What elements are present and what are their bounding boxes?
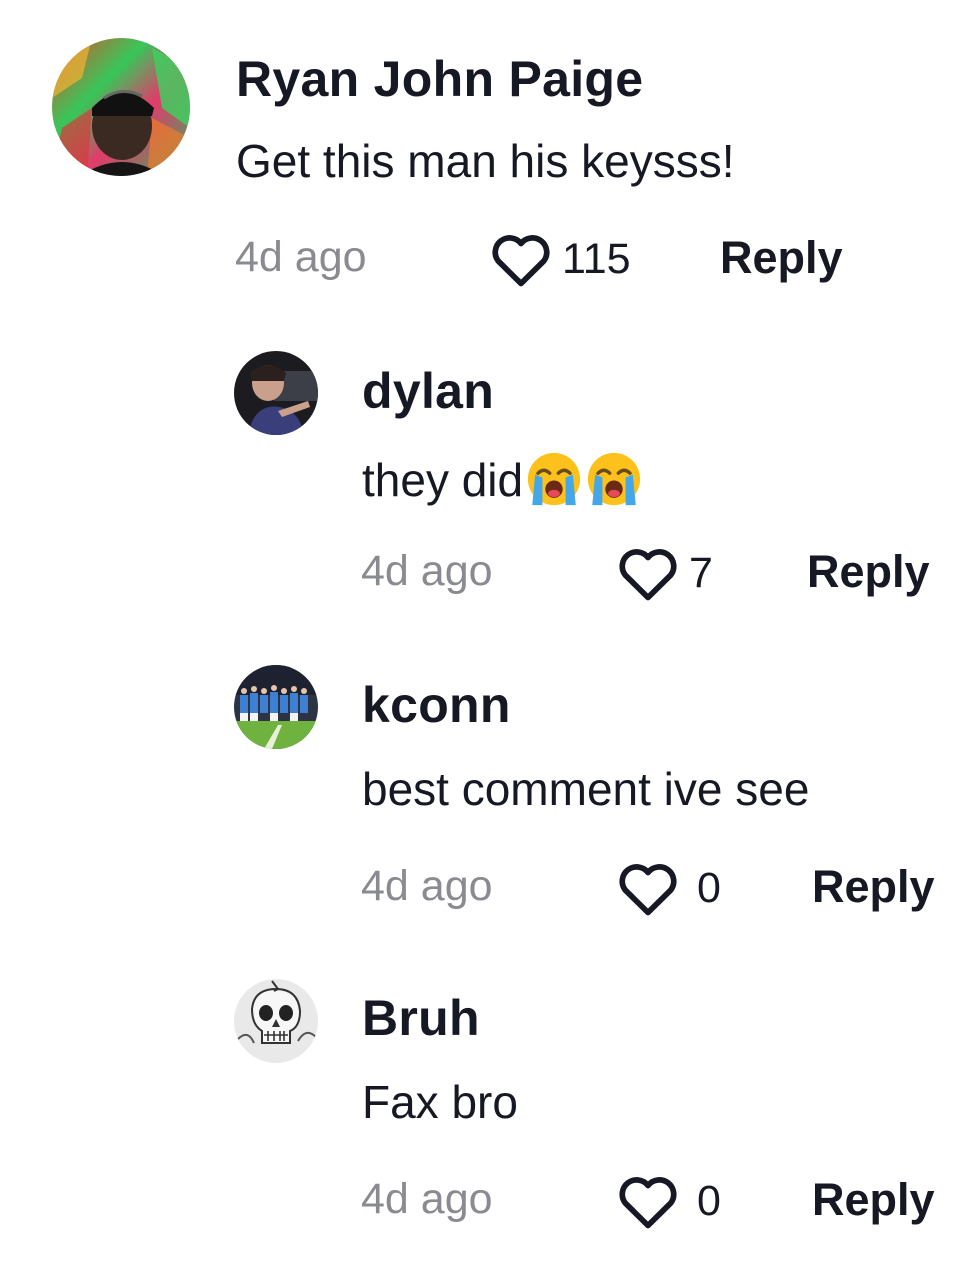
reply-button[interactable]: Reply [807,546,930,598]
heart-outline-icon [617,859,679,917]
comment-username[interactable]: Ryan John Paige [236,50,643,108]
comment-text: best comment ive see [362,763,810,815]
comment-text: they did [362,450,643,508]
avatar[interactable] [234,665,318,749]
like-count: 7 [689,548,713,597]
like-count: 0 [697,1176,721,1225]
like-button[interactable]: 0 [617,1172,721,1230]
comment-timestamp: 4d ago [361,862,493,910]
like-button[interactable]: 7 [617,544,713,602]
reply-button[interactable]: Reply [812,1174,935,1226]
comment-timestamp: 4d ago [361,1175,493,1223]
like-count: 0 [697,863,721,912]
avatar[interactable] [234,351,318,435]
avatar[interactable] [234,979,318,1063]
loudly-crying-face-icon [585,450,643,508]
loudly-crying-face-icon [525,450,583,508]
like-button[interactable]: 115 [490,230,631,288]
heart-outline-icon [617,544,679,602]
comment-username[interactable]: Bruh [362,989,480,1047]
like-button[interactable]: 0 [617,859,721,917]
like-count: 115 [562,234,631,283]
comment-text: Fax bro [362,1076,518,1128]
comment-text: Get this man his keysss! [236,135,735,187]
comment-timestamp: 4d ago [361,547,493,595]
comment-username[interactable]: kconn [362,676,511,734]
avatar[interactable] [52,38,190,176]
heart-outline-icon [617,1172,679,1230]
heart-outline-icon [490,230,552,288]
comment-username[interactable]: dylan [362,362,494,420]
comment-text-content: they did [362,454,524,506]
reply-button[interactable]: Reply [812,861,935,913]
reply-button[interactable]: Reply [720,232,843,284]
comment-timestamp: 4d ago [235,233,367,281]
